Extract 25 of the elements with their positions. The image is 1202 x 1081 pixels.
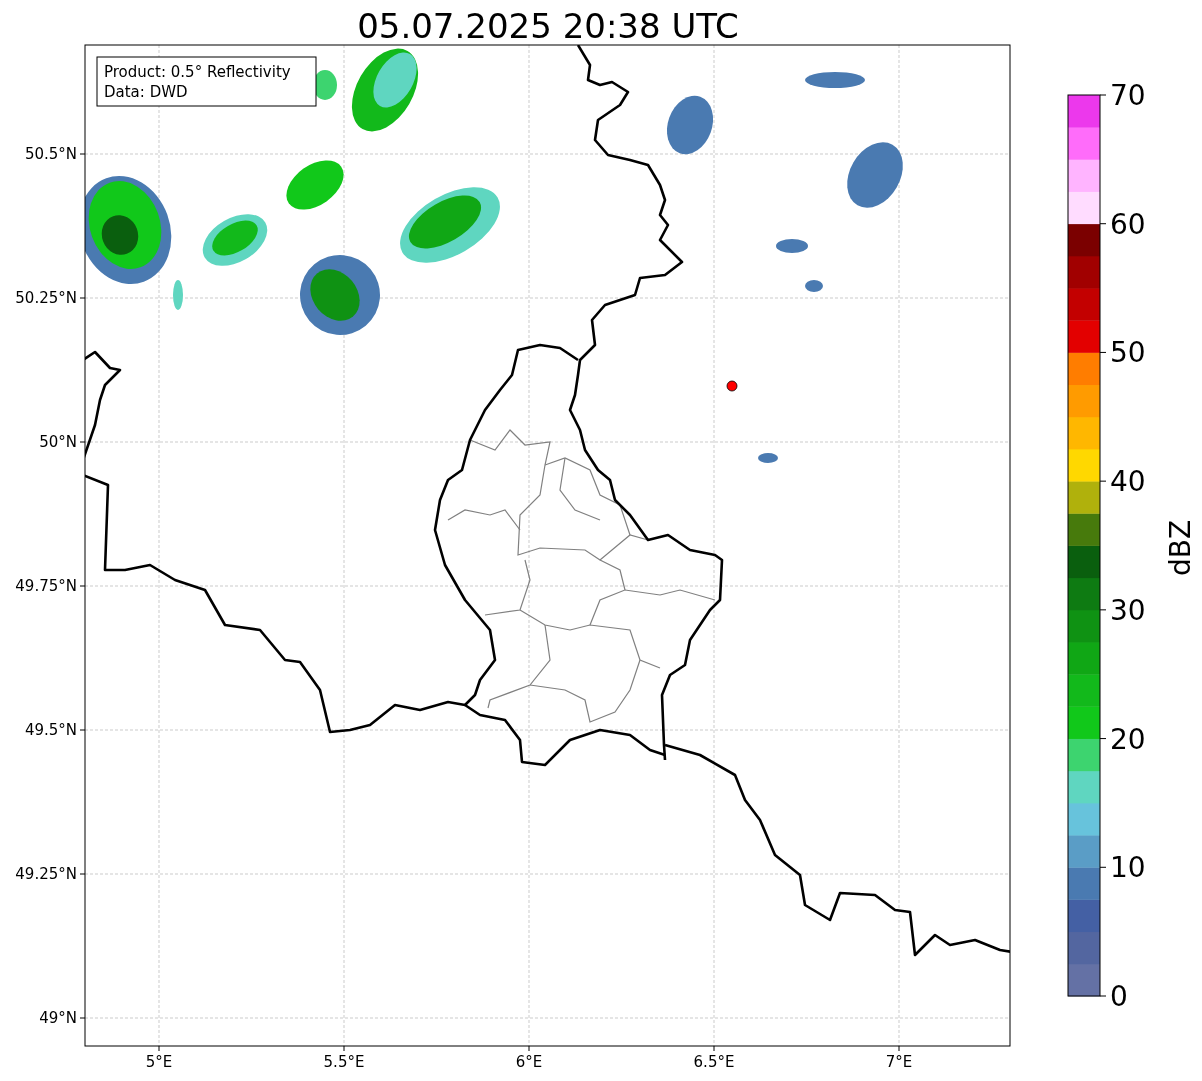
colorbar-label: dBZ xyxy=(1164,519,1197,577)
colorbar-tick-label: 60 xyxy=(1110,207,1146,241)
x-tick-label: 7°E xyxy=(885,1053,913,1071)
colorbar-tick-label: 40 xyxy=(1110,465,1146,499)
colorbar-tick-label: 50 xyxy=(1110,336,1146,370)
y-tick-label: 50.25°N xyxy=(15,289,77,307)
x-tick-label: 5°E xyxy=(145,1053,173,1071)
x-tick-label: 6°E xyxy=(515,1053,543,1071)
colorbar-tick-label: 70 xyxy=(1110,79,1146,112)
info-text: Data: DWD xyxy=(104,83,188,101)
colorbar-tick-label: 20 xyxy=(1110,722,1146,756)
y-tick-label: 50.5°N xyxy=(24,145,77,163)
colorbar-tick-label: 30 xyxy=(1110,593,1146,627)
x-tick-label: 5.5°E xyxy=(323,1053,365,1071)
colorbar-tick-label: 10 xyxy=(1110,851,1146,885)
x-tick-label: 6.5°E xyxy=(693,1053,735,1071)
y-tick-label: 49.25°N xyxy=(15,865,77,883)
y-tick-label: 50°N xyxy=(39,433,77,451)
y-tick-label: 49.5°N xyxy=(24,721,77,739)
chart-title: 05.07.2025 20:38 UTC xyxy=(357,6,739,46)
colorbar-tick-label: 0 xyxy=(1110,980,1128,1013)
location-marker xyxy=(726,380,738,392)
y-tick-label: 49.75°N xyxy=(15,577,77,595)
y-tick-label: 49°N xyxy=(39,1009,77,1027)
info-text: Product: 0.5° Reflectivity xyxy=(104,63,291,81)
